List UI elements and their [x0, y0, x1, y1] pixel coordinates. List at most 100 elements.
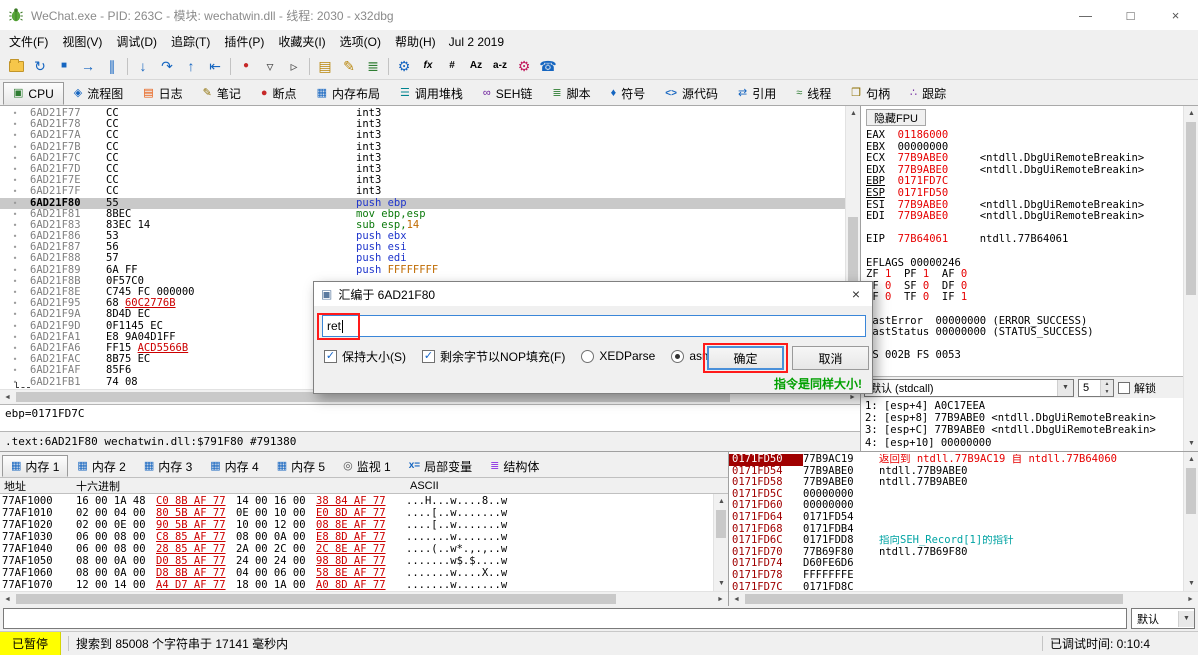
- restart-icon[interactable]: ↻: [28, 55, 52, 78]
- breakpoint-gutter[interactable]: •: [0, 231, 30, 242]
- tab-dump-3[interactable]: ▦内存 3: [135, 455, 201, 477]
- breakpoint-gutter[interactable]: •: [0, 253, 30, 264]
- close-button[interactable]: ×: [1153, 0, 1198, 30]
- az-icon[interactable]: Az: [464, 55, 488, 78]
- unlock-checkbox[interactable]: 解锁: [1118, 380, 1156, 396]
- tab-notes[interactable]: ✎笔记: [193, 82, 251, 105]
- register-line[interactable]: EDI 77B9ABE0 <ntdll.DbgUiRemoteBreakin>: [866, 211, 1183, 223]
- minimize-button[interactable]: —: [1063, 0, 1108, 30]
- calling-convention-dropdown[interactable]: 默认 (stdcall) ▼: [864, 379, 1074, 397]
- tab-handles[interactable]: ❒句柄: [841, 82, 900, 105]
- stack-row[interactable]: 0171FD6000000000: [729, 500, 1183, 512]
- register-line[interactable]: GS 002B FS 0053: [866, 350, 1183, 362]
- register-line[interactable]: ZF 1 PF 1 AF 0: [866, 269, 1183, 281]
- register-line[interactable]: OF 0 SF 0 DF 0: [866, 281, 1183, 293]
- dump-row[interactable]: 77AF107012 00 14 00A4 D7 AF 7718 00 1A 0…: [0, 579, 713, 591]
- register-line[interactable]: LastStatus 00000000 (STATUS_SUCCESS): [866, 327, 1183, 339]
- dump-row[interactable]: 77AF106008 00 0A 00D8 8B AF 7704 00 06 0…: [0, 567, 713, 579]
- hide-fpu-button[interactable]: 隐藏FPU: [866, 109, 926, 126]
- menu-file[interactable]: 文件(F): [2, 30, 55, 53]
- tab-locals[interactable]: x=局部变量: [400, 455, 481, 477]
- scroll-left-icon[interactable]: ◄: [0, 592, 15, 607]
- breakpoint-gutter[interactable]: •: [0, 332, 30, 343]
- dump-vscrollbar[interactable]: ▲ ▼: [713, 494, 728, 591]
- attach-phone-icon[interactable]: ☎: [536, 55, 560, 78]
- breakpoint-gutter[interactable]: •: [0, 175, 30, 186]
- scroll-up-icon[interactable]: ▲: [846, 106, 861, 121]
- dump-hscrollbar[interactable]: ◄ ►: [0, 591, 728, 606]
- stack-row[interactable]: 0171FD5877B9ABE0ntdll.77B9ABE0: [729, 477, 1183, 489]
- register-line[interactable]: EAX 01186000: [866, 130, 1183, 142]
- stack-row[interactable]: 0171FD680171FDB4: [729, 524, 1183, 536]
- pause-icon[interactable]: ∥: [100, 55, 124, 78]
- breakpoint-gutter[interactable]: •: [0, 220, 30, 231]
- tab-graph[interactable]: ◈流程图: [64, 82, 133, 105]
- breakpoint-gutter[interactable]: •: [0, 298, 30, 309]
- breakpoint-icon[interactable]: ●: [234, 55, 258, 78]
- register-line[interactable]: EDX 77B9ABE0 <ntdll.DbgUiRemoteBreakin>: [866, 165, 1183, 177]
- disasm-row[interactable]: •6AD21F8055push ebp: [0, 198, 845, 209]
- register-line[interactable]: ESI 77B9ABE0 <ntdll.DbgUiRemoteBreakin>: [866, 200, 1183, 212]
- stack-row[interactable]: 0171FD74D60FE6D6: [729, 558, 1183, 570]
- scroll-left-icon[interactable]: ◄: [0, 390, 15, 405]
- notes-icon[interactable]: ✎: [337, 55, 361, 78]
- script-icon[interactable]: ≣: [361, 55, 385, 78]
- stack-hscrollbar[interactable]: ◄ ►: [729, 591, 1198, 606]
- register-line[interactable]: LastError 00000000 (ERROR_SUCCESS): [866, 316, 1183, 328]
- registers-vscrollbar[interactable]: ▲ ▼: [1183, 106, 1198, 451]
- step-out-icon[interactable]: ↑: [179, 55, 203, 78]
- command-profile-dropdown[interactable]: 默认 ▼: [1131, 608, 1195, 629]
- tab-log[interactable]: ▤日志: [133, 82, 192, 105]
- disasm-row[interactable]: •6AD21F896A FFpush FFFFFFFF: [0, 265, 845, 276]
- trace-into-icon[interactable]: ▿: [258, 55, 282, 78]
- xedparse-radio[interactable]: XEDParse: [581, 349, 655, 363]
- register-line[interactable]: [866, 304, 1183, 316]
- tab-symbols[interactable]: ♦符号: [601, 82, 656, 105]
- scroll-right-icon[interactable]: ►: [713, 592, 728, 607]
- stack-row[interactable]: 0171FD6C0171FDD8指向SEH_Record[1]的指针: [729, 535, 1183, 547]
- breakpoint-gutter[interactable]: •: [0, 164, 30, 175]
- tab-memory-map[interactable]: ▦内存布局: [307, 82, 390, 105]
- menu-favourites[interactable]: 收藏夹(I): [271, 30, 332, 53]
- tab-source[interactable]: <>源代码: [655, 82, 728, 105]
- hash-icon[interactable]: #: [440, 55, 464, 78]
- tab-watch-1[interactable]: ◎监视 1: [334, 455, 400, 477]
- stack-row[interactable]: 0171FD78FFFFFFFE: [729, 570, 1183, 582]
- breakpoint-gutter[interactable]: •: [0, 287, 30, 298]
- disasm-row[interactable]: •6AD21F7CCCint3: [0, 153, 845, 164]
- breakpoint-gutter[interactable]: •: [0, 130, 30, 141]
- tab-dump-1[interactable]: ▦内存 1: [2, 455, 68, 477]
- breakpoint-gutter[interactable]: •: [0, 142, 30, 153]
- disasm-row[interactable]: •6AD21F8383EC 14sub esp,14: [0, 220, 845, 231]
- log-icon[interactable]: ▤: [313, 55, 337, 78]
- tab-script[interactable]: ≣脚本: [542, 82, 600, 105]
- dump-row[interactable]: 77AF103006 00 08 00C8 85 AF 7708 00 0A 0…: [0, 531, 713, 543]
- dump-row[interactable]: 77AF102002 00 0E 0090 5B AF 7710 00 12 0…: [0, 519, 713, 531]
- tab-dump-5[interactable]: ▦内存 5: [268, 455, 334, 477]
- disasm-row[interactable]: •6AD21F77CCint3: [0, 108, 845, 119]
- menu-help[interactable]: 帮助(H): [388, 30, 443, 53]
- keep-size-checkbox[interactable]: ✓保持大小(S): [324, 348, 406, 365]
- registers-view[interactable]: 隐藏FPU EAX 01186000EBX 00000000ECX 77B9AB…: [861, 106, 1183, 376]
- tab-references[interactable]: ⇄引用: [728, 82, 786, 105]
- dump-rows[interactable]: 77AF100016 00 1A 48C0 8B AF 7714 00 16 0…: [0, 494, 713, 591]
- assemble-instruction-input[interactable]: ret: [322, 315, 866, 337]
- execute-till-return-icon[interactable]: ⇤: [203, 55, 227, 78]
- menu-debug[interactable]: 调试(D): [109, 30, 164, 53]
- scroll-down-icon[interactable]: ▼: [1184, 436, 1198, 451]
- stack-row[interactable]: 0171FD5C00000000: [729, 489, 1183, 501]
- register-line[interactable]: [866, 339, 1183, 351]
- scroll-left-icon[interactable]: ◄: [729, 592, 744, 607]
- dump-row[interactable]: 77AF101002 00 04 0080 5B AF 770E 00 10 0…: [0, 507, 713, 519]
- scroll-right-icon[interactable]: ►: [1183, 592, 1198, 607]
- tab-breakpoints[interactable]: ●断点: [251, 82, 307, 105]
- stack-vscrollbar[interactable]: ▲ ▼: [1183, 452, 1198, 591]
- breakpoint-gutter[interactable]: •: [0, 354, 30, 365]
- breakpoint-gutter[interactable]: •: [0, 242, 30, 253]
- stack-row[interactable]: 0171FD640171FD54: [729, 512, 1183, 524]
- breakpoint-gutter[interactable]: •: [0, 276, 30, 287]
- tab-cpu[interactable]: ▣CPU: [3, 82, 64, 105]
- menu-trace[interactable]: 追踪(T): [164, 30, 217, 53]
- menu-plugins[interactable]: 插件(P): [217, 30, 271, 53]
- argument-count-stepper[interactable]: 5 ▲ ▼: [1078, 379, 1114, 397]
